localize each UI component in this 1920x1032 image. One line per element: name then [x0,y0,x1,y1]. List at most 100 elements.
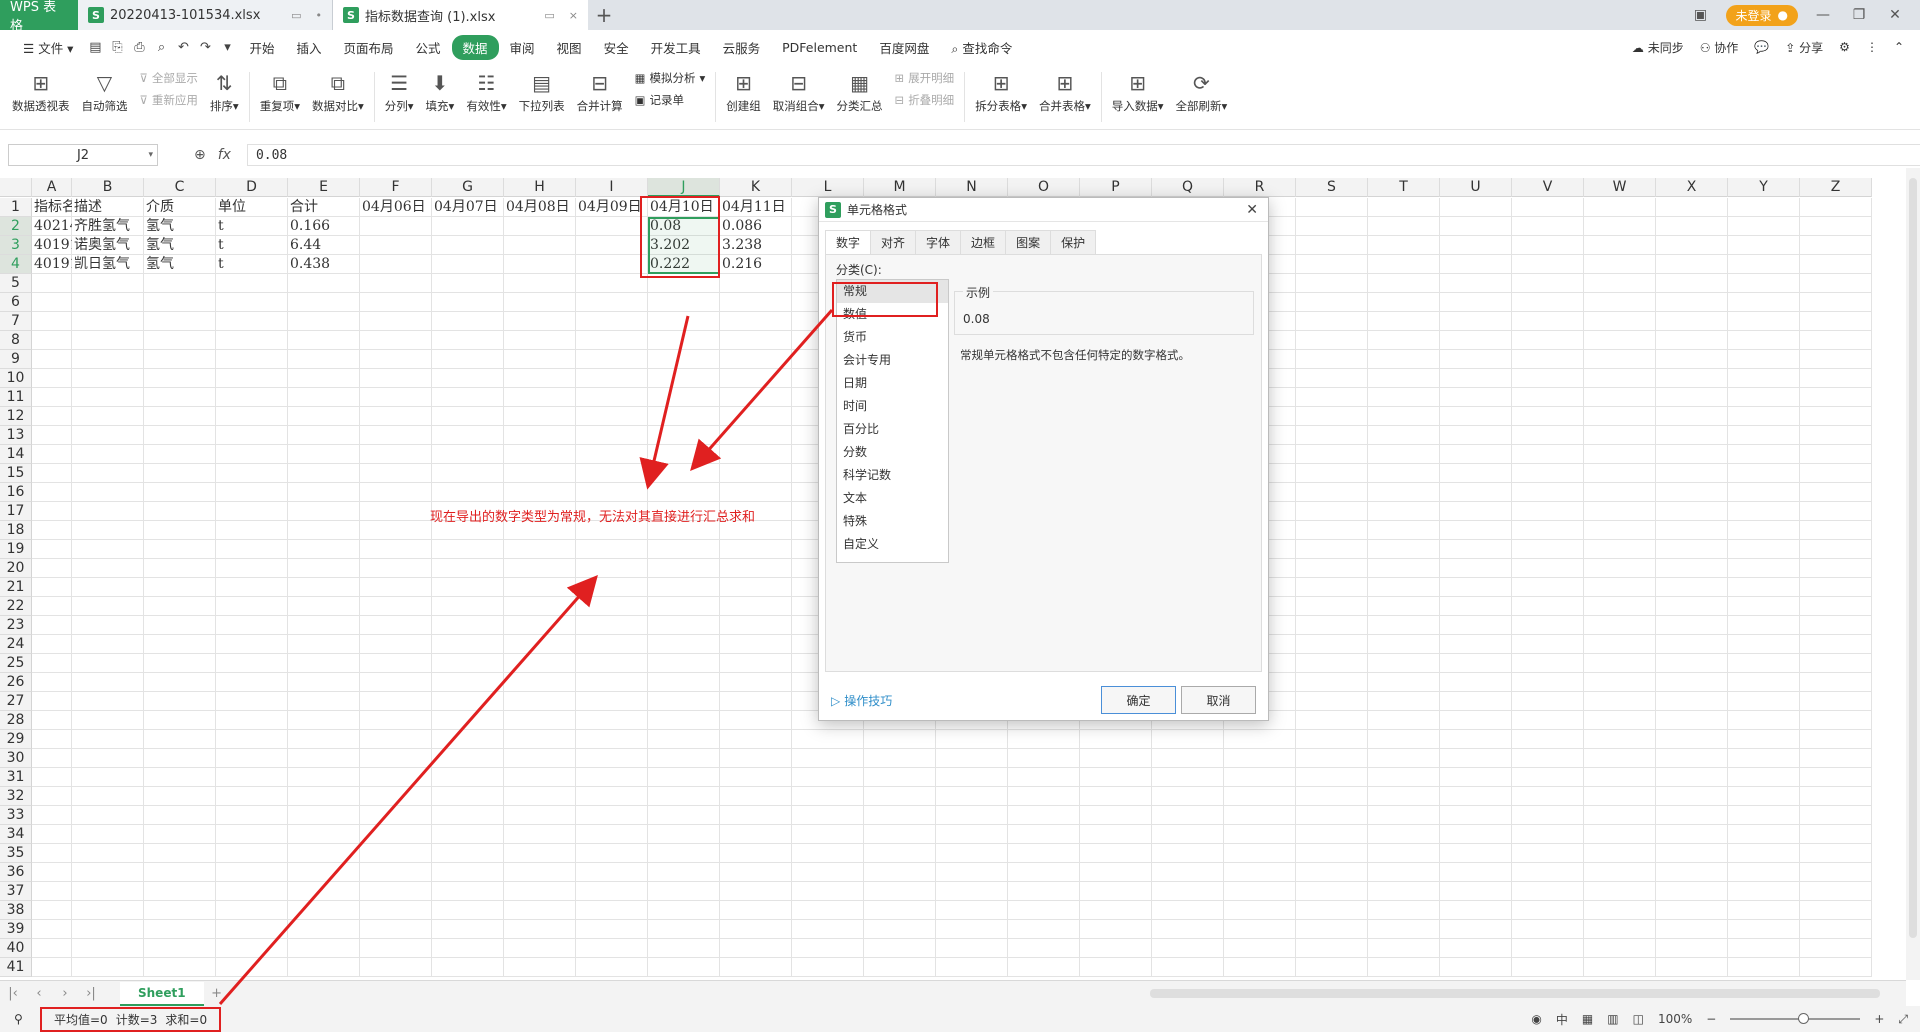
row-header-7[interactable]: 7 [0,312,32,331]
preview-icon[interactable]: ⌕ [150,40,172,55]
cell-K3[interactable]: 3.238 [720,236,792,255]
zoom-level[interactable]: 100% [1658,1012,1692,1026]
category-item[interactable]: 时间 [837,395,948,418]
reapply-button[interactable]: ⊽ 重新应用 [140,92,198,108]
close-window-icon[interactable]: ✕ [1884,7,1906,23]
sort-button[interactable]: ⇅ 排序▾ [204,68,245,114]
row-header-10[interactable]: 10 [0,369,32,388]
create-group-button[interactable]: ⊞ 创建组 [720,68,767,114]
column-header-H[interactable]: H [504,178,576,197]
cell-E4[interactable]: 0.438 [288,255,360,274]
cell-B4[interactable]: 凯日氢气 [72,255,144,274]
zoom-in-icon[interactable]: + [1874,1012,1884,1026]
redo-icon[interactable]: ↷ [194,40,216,55]
cell-C4[interactable]: 氢气 [144,255,216,274]
menu-layout[interactable]: 页面布局 [332,38,404,57]
row-header-40[interactable]: 40 [0,939,32,958]
add-sheet-icon[interactable]: + [204,986,230,1001]
cell-B1[interactable]: 描述 [72,198,144,217]
menu-view[interactable]: 视图 [546,38,593,57]
cell-I1[interactable]: 04月09日 [576,198,648,217]
row-header-36[interactable]: 36 [0,863,32,882]
tab-number[interactable]: 数字 [825,230,872,254]
share-button[interactable]: ⇪ 分享 [1785,39,1823,56]
tab-border[interactable]: 边框 [960,230,1007,254]
menu-baidu[interactable]: 百度网盘 [868,38,940,57]
column-header-Y[interactable]: Y [1728,178,1800,197]
row-header-24[interactable]: 24 [0,635,32,654]
column-header-E[interactable]: E [288,178,360,197]
sync-button[interactable]: ☁ 未同步 [1632,39,1684,56]
validity-button[interactable]: ☷ 有效性▾ [460,68,512,114]
column-header-D[interactable]: D [216,178,288,197]
cell-A3[interactable]: 401911303 [32,236,72,255]
cell-C2[interactable]: 氢气 [144,217,216,236]
column-header-G[interactable]: G [432,178,504,197]
column-header-S[interactable]: S [1296,178,1368,197]
row-header-17[interactable]: 17 [0,502,32,521]
row-header-23[interactable]: 23 [0,616,32,635]
pivot-table-button[interactable]: ⊞ 数据透视表 [6,68,76,114]
formula-input[interactable]: 0.08 [246,144,1920,166]
category-item[interactable]: 日期 [837,372,948,395]
cell-H1[interactable]: 04月08日 [504,198,576,217]
undo-icon[interactable]: ↶ [172,40,194,55]
cell-B2[interactable]: 齐胜氢气 [72,217,144,236]
category-item[interactable]: 分数 [837,441,948,464]
merge-table-button[interactable]: ⊞ 合并表格▾ [1033,68,1097,114]
menu-review[interactable]: 审阅 [499,38,546,57]
next-sheet-icon[interactable]: › [52,986,78,1001]
column-header-A[interactable]: A [32,178,72,197]
tab-pattern[interactable]: 图案 [1005,230,1052,254]
row-header-33[interactable]: 33 [0,806,32,825]
menu-start[interactable]: 开始 [238,38,285,57]
column-header-V[interactable]: V [1512,178,1584,197]
login-button[interactable]: 未登录 ● [1725,4,1798,26]
cell-F1[interactable]: 04月06日 [360,198,432,217]
fx-icon[interactable]: fx [218,147,231,163]
row-header-26[interactable]: 26 [0,673,32,692]
zoom-slider[interactable] [1730,1013,1861,1024]
select-all-corner[interactable] [0,178,32,197]
cell-E2[interactable]: 0.166 [288,217,360,236]
row-header-25[interactable]: 25 [0,654,32,673]
tab-font[interactable]: 字体 [915,230,962,254]
row-header-31[interactable]: 31 [0,768,32,787]
menu-pdfelement[interactable]: PDFelement [771,40,868,55]
collapse-ribbon-icon[interactable]: ⌃ [1894,40,1904,54]
column-header-F[interactable]: F [360,178,432,197]
column-header-X[interactable]: X [1656,178,1728,197]
category-item[interactable]: 特殊 [837,510,948,533]
menu-devtools[interactable]: 开发工具 [640,38,712,57]
row-header-9[interactable]: 9 [0,350,32,369]
row-header-35[interactable]: 35 [0,844,32,863]
first-sheet-icon[interactable]: |‹ [0,986,26,1001]
row-header-19[interactable]: 19 [0,540,32,559]
ok-button[interactable]: 确定 [1101,686,1176,714]
normal-view-icon[interactable]: ▦ [1582,1012,1593,1026]
collapse-detail-button[interactable]: ⊟ 折叠明细 [895,92,955,108]
restore-icon[interactable]: ❐ [1848,7,1870,23]
fullscreen-icon[interactable]: ⤢ [1898,1012,1908,1027]
row-header-12[interactable]: 12 [0,407,32,426]
category-item[interactable]: 文本 [837,487,948,510]
cell-A2[interactable]: 402142034 [32,217,72,236]
close-icon[interactable]: × [569,9,578,22]
refresh-all-button[interactable]: ⟳ 全部刷新▾ [1170,68,1234,114]
tab-alignment[interactable]: 对齐 [870,230,917,254]
category-item[interactable]: 会计专用 [837,349,948,372]
subtotal-button[interactable]: ▦ 分类汇总 [831,68,889,114]
tips-link[interactable]: ▷ 操作技巧 [831,692,892,709]
column-header-U[interactable]: U [1440,178,1512,197]
category-item[interactable]: 百分比 [837,418,948,441]
cell-E3[interactable]: 6.44 [288,236,360,255]
settings-icon[interactable]: ⚙ [1839,40,1850,54]
row-header-4[interactable]: 4 [0,255,32,274]
macro-icon[interactable]: ⚲ [14,1012,23,1026]
row-header-39[interactable]: 39 [0,920,32,939]
row-header-37[interactable]: 37 [0,882,32,901]
row-header-15[interactable]: 15 [0,464,32,483]
record-form-button[interactable]: ▣ 记录单 [635,92,706,108]
category-item[interactable]: 科学记数 [837,464,948,487]
row-header-16[interactable]: 16 [0,483,32,502]
